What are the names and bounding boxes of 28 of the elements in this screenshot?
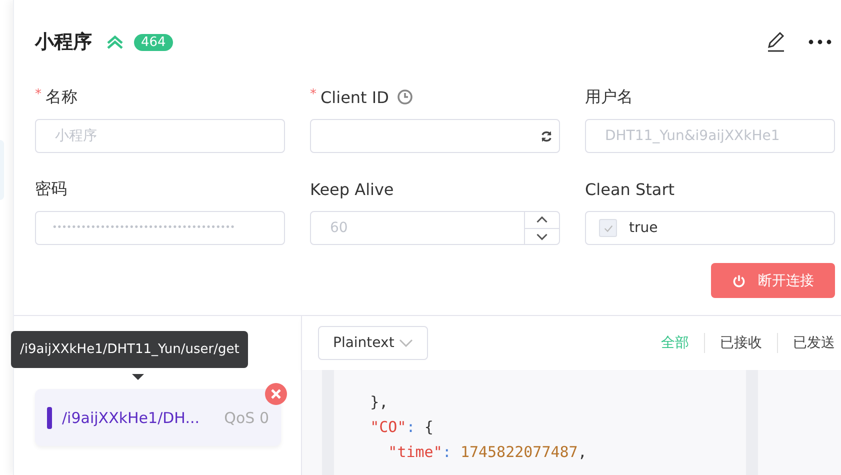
filter-tab[interactable]: 全部 <box>661 334 689 352</box>
required-mark: * <box>35 87 42 102</box>
clock-icon[interactable] <box>396 89 413 105</box>
check-icon <box>602 222 614 234</box>
field-label: 用户名 <box>585 86 633 108</box>
code-line: }, <box>369 392 390 413</box>
connection-title: 小程序 <box>35 30 92 55</box>
filter-tab[interactable]: 已接收 <box>720 334 762 352</box>
field-label: 密码 <box>35 178 67 200</box>
field-label: Keep Alive <box>310 180 394 198</box>
format-select[interactable]: Plaintext <box>318 326 428 360</box>
subscription-item[interactable]: /i9aijXXkHe1/DH... QoS 0 <box>35 389 281 446</box>
topic-tooltip: /i9aijXXkHe1/DHT11_Yun/user/get <box>11 331 248 368</box>
tooltip-arrow <box>132 374 144 380</box>
power-icon <box>732 274 746 288</box>
chevron-down-icon <box>399 339 413 347</box>
count-badge: 464 <box>134 34 173 50</box>
required-mark: * <box>310 87 316 102</box>
code-line: "time": 1745822077487, <box>387 442 588 463</box>
code-line: "CO": { <box>369 417 434 438</box>
field-label: 名称 <box>46 86 78 108</box>
close-icon[interactable] <box>265 383 287 405</box>
filter-tab[interactable]: 已发送 <box>793 334 835 352</box>
disconnect-button[interactable]: 断开连接 <box>711 263 835 298</box>
field-label: Client ID <box>320 88 389 106</box>
field-label: Clean Start <box>585 180 675 198</box>
more-icon[interactable] <box>808 38 832 46</box>
collapse-icon[interactable] <box>106 34 124 50</box>
